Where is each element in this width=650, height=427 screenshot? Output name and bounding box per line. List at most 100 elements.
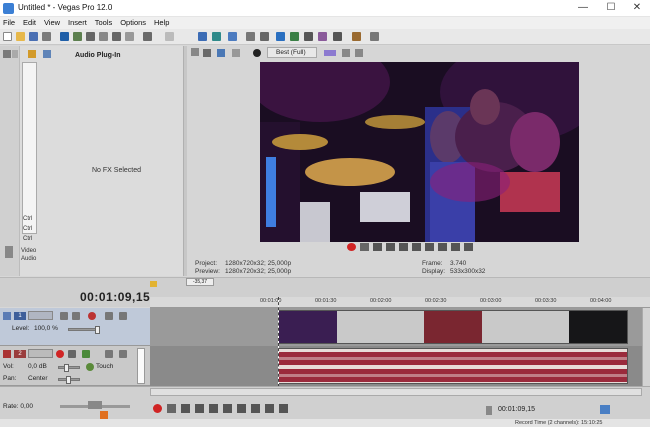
minimize-button[interactable]: —	[570, 1, 596, 15]
plugin-list-scrollbar[interactable]	[22, 62, 37, 234]
go-to-start-icon[interactable]	[425, 243, 434, 251]
pan-slider-knob[interactable]	[66, 376, 71, 384]
menu-file[interactable]: File	[0, 17, 18, 29]
undo-icon[interactable]	[143, 32, 152, 41]
loop-icon[interactable]	[360, 243, 369, 251]
project-properties-icon[interactable]	[203, 49, 211, 57]
track-solo-icon[interactable]	[119, 312, 127, 320]
paste-icon[interactable]	[112, 32, 121, 41]
volume-slider[interactable]	[58, 366, 80, 369]
auto-crossfade-icon[interactable]	[212, 32, 221, 41]
menu-help[interactable]: Help	[151, 17, 172, 29]
copy-snapshot-icon[interactable]	[342, 49, 350, 57]
render-icon[interactable]	[60, 32, 69, 41]
panel-arrow-left-icon[interactable]	[5, 246, 13, 258]
event-fx-icon[interactable]	[352, 32, 361, 41]
panel-close-icon[interactable]	[12, 50, 18, 58]
audio-track-header[interactable]: 2 Vol: 0,0 dB Touch Pan: Center	[0, 346, 150, 386]
event-pan-crop-icon[interactable]	[333, 32, 342, 41]
menu-insert[interactable]: Insert	[65, 17, 90, 29]
maximize-button[interactable]: ☐	[598, 1, 624, 15]
track-expand-icon[interactable]	[3, 350, 11, 358]
cut-icon[interactable]	[86, 32, 95, 41]
ignore-grouping-icon[interactable]	[260, 32, 269, 41]
properties-icon[interactable]	[42, 32, 51, 41]
track-name-field[interactable]	[28, 349, 53, 358]
ripple-icon[interactable]	[228, 32, 237, 41]
track-name-field[interactable]	[28, 311, 53, 320]
play-from-start-icon[interactable]	[373, 243, 382, 251]
track-solo-icon[interactable]	[119, 350, 127, 358]
lock-envelopes-icon[interactable]	[246, 32, 255, 41]
snap-icon[interactable]	[198, 32, 207, 41]
external-monitor-icon[interactable]	[217, 49, 225, 57]
preview-quality-dropdown[interactable]: Best (Full)	[267, 47, 317, 58]
tab-audio[interactable]: Audio	[21, 256, 36, 262]
pin-icon[interactable]	[3, 50, 11, 58]
record-icon[interactable]	[347, 243, 356, 251]
play-icon[interactable]	[386, 243, 395, 251]
record-icon[interactable]	[153, 404, 162, 413]
audio-track-lane[interactable]	[150, 346, 642, 386]
stop-icon[interactable]	[412, 243, 421, 251]
stop-icon[interactable]	[223, 404, 232, 413]
go-to-start-icon[interactable]	[237, 404, 246, 413]
next-frame-icon[interactable]	[464, 243, 473, 251]
zoom-tool-icon[interactable]	[318, 32, 327, 41]
open-folder-icon[interactable]	[16, 32, 25, 41]
split-screen-icon[interactable]	[232, 49, 240, 57]
volume-slider-knob[interactable]	[64, 364, 69, 372]
preview-pin-icon[interactable]	[191, 48, 199, 56]
pause-icon[interactable]	[399, 243, 408, 251]
redo-icon[interactable]	[165, 32, 174, 41]
playhead-cursor[interactable]	[278, 297, 279, 387]
automation-mode[interactable]: Touch	[96, 363, 113, 370]
track-mute-icon[interactable]	[105, 350, 113, 358]
plugin-chain-icon[interactable]	[28, 50, 36, 58]
rate-slider-knob[interactable]	[88, 401, 102, 409]
time-ruler[interactable]: 00:01:00 00:01:30 00:02:00 00:02:30 00:0…	[150, 297, 650, 308]
video-track-lane[interactable]	[150, 308, 642, 346]
menu-edit[interactable]: Edit	[20, 17, 39, 29]
menu-view[interactable]: View	[41, 17, 63, 29]
compositing-mode-icon[interactable]	[88, 312, 96, 320]
track-fx-icon[interactable]	[72, 312, 80, 320]
play-from-start-icon[interactable]	[181, 404, 190, 413]
timeline-vertical-scrollbar[interactable]	[642, 308, 650, 386]
selection-tool-icon[interactable]	[304, 32, 313, 41]
delete-icon[interactable]	[125, 32, 134, 41]
loop-icon[interactable]	[167, 404, 176, 413]
overlays-icon[interactable]	[324, 50, 336, 56]
prev-frame-icon[interactable]	[265, 404, 274, 413]
close-button[interactable]: ✕	[624, 1, 650, 15]
audio-event-clip[interactable]	[278, 348, 628, 384]
track-fx-icon[interactable]	[82, 350, 90, 358]
record-time-icon[interactable]	[600, 405, 610, 414]
invert-phase-icon[interactable]	[68, 350, 76, 358]
track-mute-icon[interactable]	[105, 312, 113, 320]
next-frame-icon[interactable]	[279, 404, 288, 413]
new-file-icon[interactable]	[3, 32, 12, 41]
go-to-end-icon[interactable]	[251, 404, 260, 413]
menu-tools[interactable]: Tools	[92, 17, 116, 29]
loop-region-marker[interactable]: -35,37	[186, 278, 214, 286]
timeline-horizontal-scrollbar[interactable]	[150, 388, 642, 396]
save-icon[interactable]	[29, 32, 38, 41]
track-expand-icon[interactable]	[3, 312, 11, 320]
motion-icon[interactable]	[60, 312, 68, 320]
prev-frame-icon[interactable]	[451, 243, 460, 251]
level-slider-knob[interactable]	[95, 326, 100, 334]
menu-options[interactable]: Options	[117, 17, 149, 29]
tab-video[interactable]: Video	[21, 248, 36, 254]
arm-record-icon[interactable]	[56, 350, 64, 358]
video-event-clip[interactable]	[278, 310, 628, 344]
normal-edit-tool-icon[interactable]	[276, 32, 285, 41]
marker-flag-icon[interactable]	[150, 281, 157, 287]
pause-icon[interactable]	[209, 404, 218, 413]
copy-icon[interactable]	[99, 32, 108, 41]
save-snapshot-icon[interactable]	[355, 49, 363, 57]
fx-icon[interactable]	[43, 50, 51, 58]
automation-icon[interactable]	[86, 363, 94, 371]
go-to-end-icon[interactable]	[438, 243, 447, 251]
help-icon[interactable]	[370, 32, 379, 41]
